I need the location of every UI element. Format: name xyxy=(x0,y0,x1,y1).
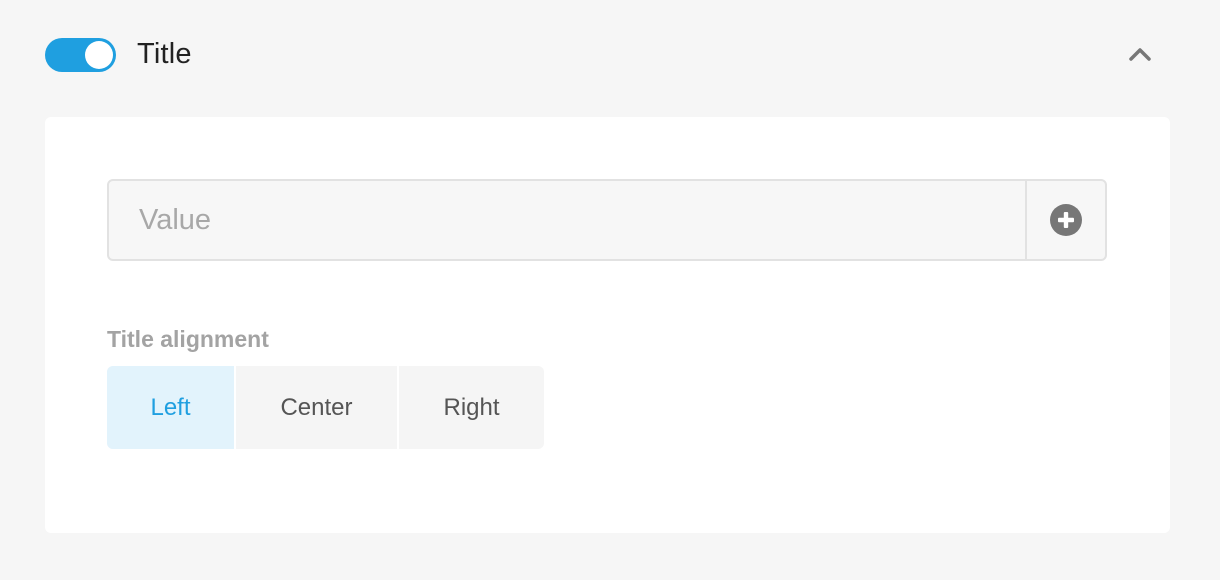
collapse-button[interactable] xyxy=(1120,36,1160,72)
section-title: Title xyxy=(137,38,192,70)
value-field xyxy=(107,179,1107,261)
align-left-option[interactable]: Left xyxy=(107,366,236,449)
align-right-option[interactable]: Right xyxy=(399,366,544,449)
alignment-segmented-control: Left Center Right xyxy=(107,366,544,449)
toggle-knob xyxy=(85,41,113,69)
title-alignment-label: Title alignment xyxy=(107,326,269,352)
title-toggle[interactable] xyxy=(45,38,116,72)
title-settings-panel: Title alignment Left Center Right xyxy=(45,117,1170,533)
plus-circle-icon xyxy=(1050,204,1082,236)
value-input[interactable] xyxy=(109,181,1025,259)
chevron-up-icon xyxy=(1129,48,1151,61)
align-center-option[interactable]: Center xyxy=(236,366,399,449)
add-value-button[interactable] xyxy=(1025,181,1105,259)
section-header: Title xyxy=(0,0,1220,110)
